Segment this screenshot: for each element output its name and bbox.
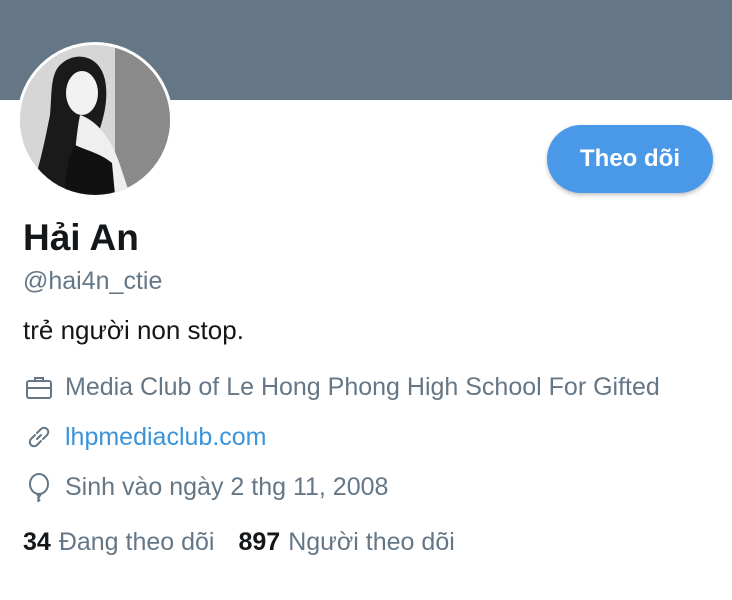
followers-stat[interactable]: 897 Người theo dõi	[239, 528, 455, 557]
birthday-info: Sinh vào ngày 2 thg 11, 2008	[23, 470, 388, 504]
avatar-photo-graphic	[20, 45, 170, 195]
work-text: Media Club of Le Hong Phong High School …	[65, 372, 660, 401]
website-link[interactable]: lhpmediaclub.com	[65, 423, 267, 452]
briefcase-icon	[23, 371, 55, 403]
display-name: Hải An	[23, 217, 139, 258]
avatar-photo	[20, 45, 170, 195]
website-info: lhpmediaclub.com	[23, 420, 267, 454]
balloon-icon	[23, 471, 55, 503]
profile-bio: trẻ người non stop.	[23, 315, 244, 345]
following-label: Đang theo dõi	[58, 527, 215, 556]
followers-label: Người theo dõi	[288, 527, 455, 556]
avatar[interactable]	[17, 42, 173, 198]
follow-stats: 34 Đang theo dõi 897 Người theo dõi	[23, 525, 455, 559]
followers-count: 897	[238, 527, 281, 556]
username-handle: @hai4n_ctie	[23, 267, 163, 295]
link-icon	[23, 421, 55, 453]
following-stat[interactable]: 34 Đang theo dõi	[23, 528, 215, 557]
follow-button[interactable]: Theo dõi	[547, 125, 713, 193]
birthday-text: Sinh vào ngày 2 thg 11, 2008	[65, 472, 389, 501]
following-count: 34	[23, 527, 51, 556]
work-info: Media Club of Le Hong Phong High School …	[23, 370, 660, 404]
